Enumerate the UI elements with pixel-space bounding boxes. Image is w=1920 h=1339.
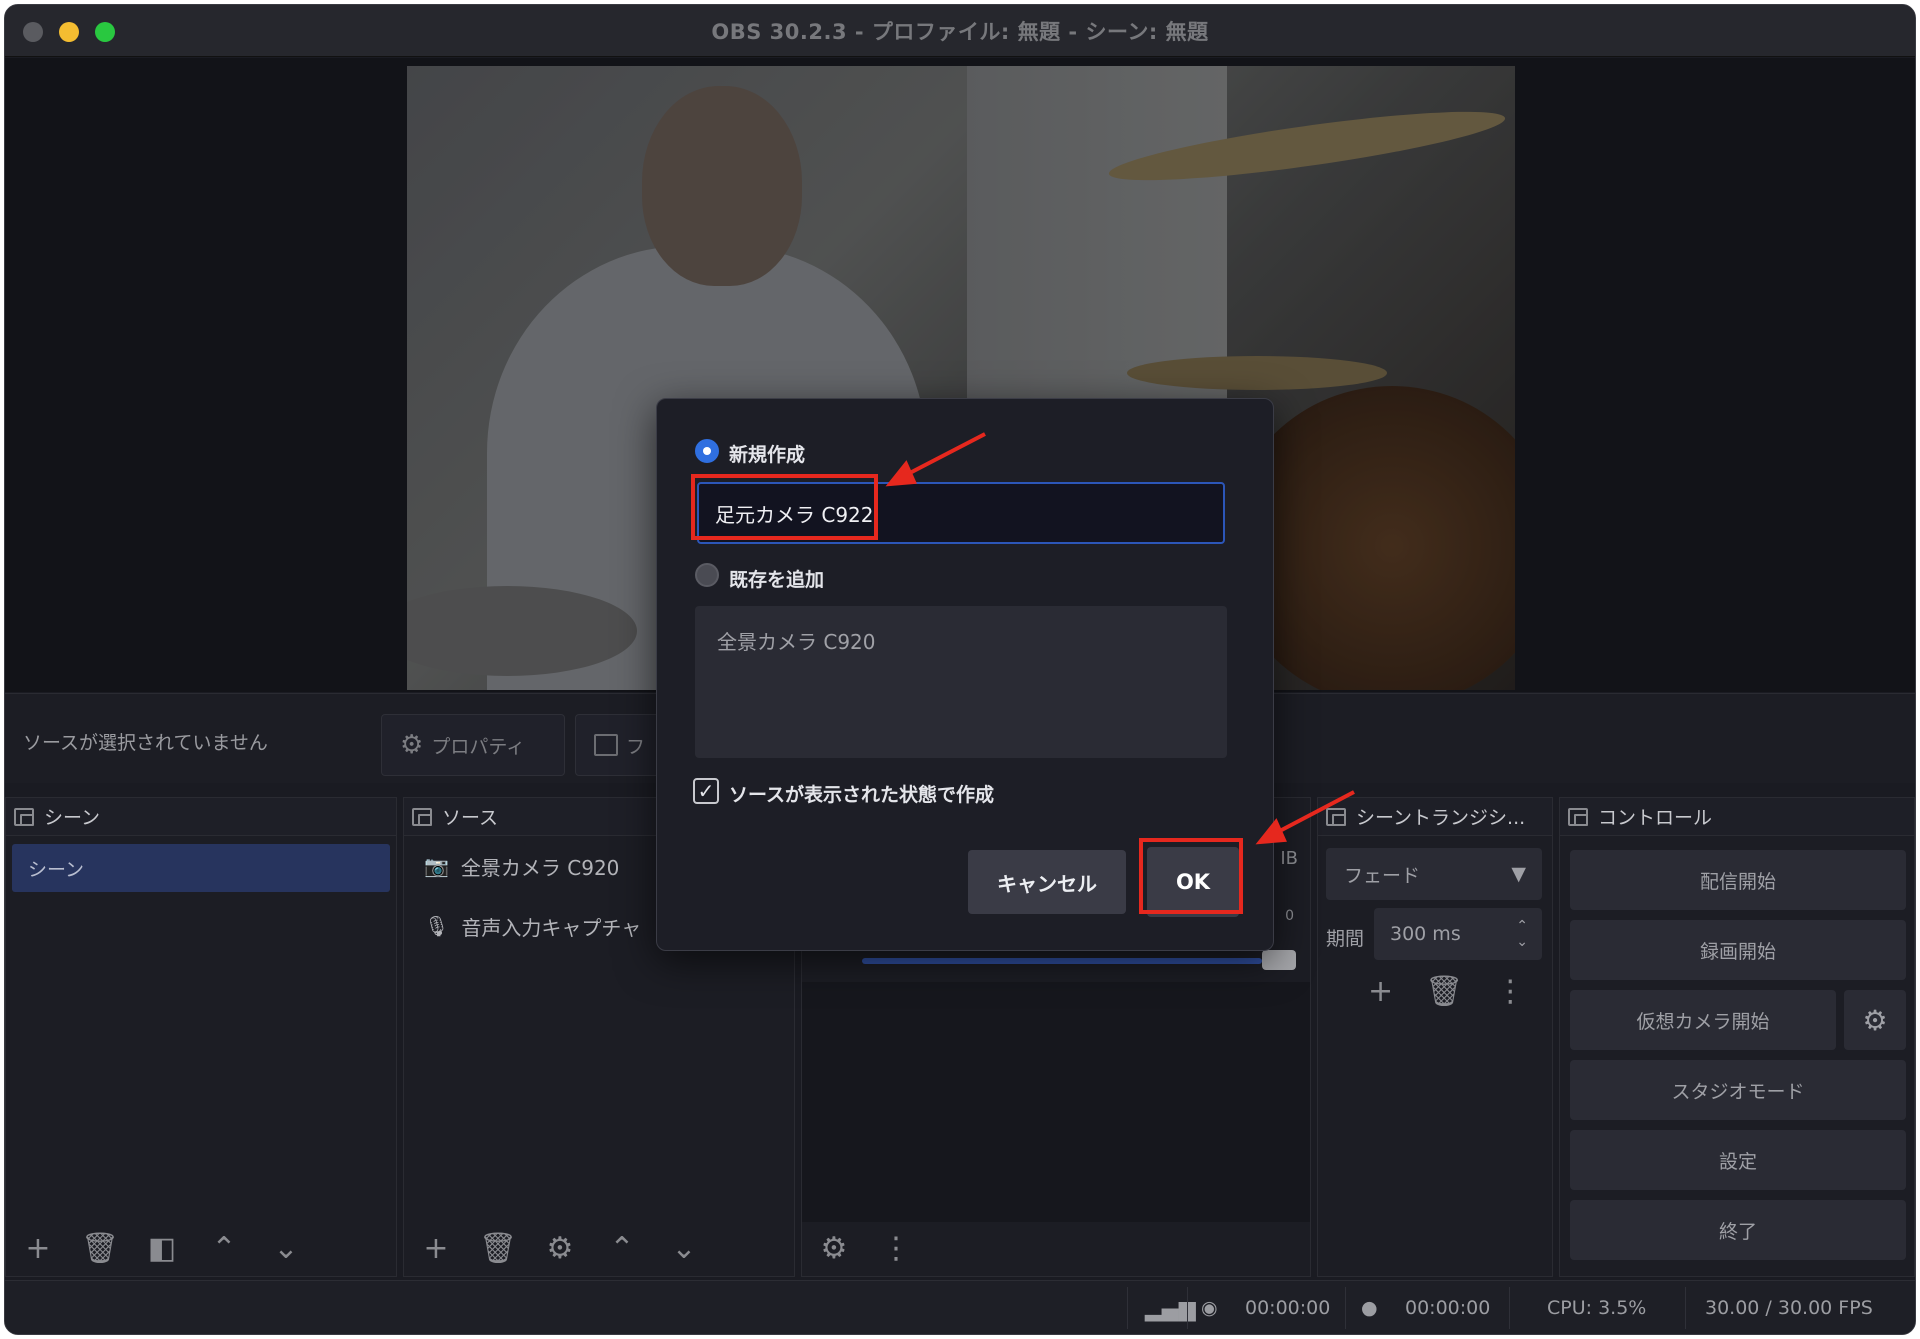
remove-source-trash-icon[interactable]: 🗑 xyxy=(479,1230,517,1266)
dock-icon xyxy=(412,807,432,826)
sources-toolbar: + 🗑 ⚙ ⌃ ⌄ xyxy=(404,1220,794,1276)
no-source-selected-label: ソースが選択されていません xyxy=(23,732,268,754)
status-separator xyxy=(1345,1287,1346,1329)
transition-type-value: フェード xyxy=(1344,864,1421,887)
status-separator xyxy=(1685,1287,1686,1329)
transition-menu-dots-icon[interactable]: ⋮ xyxy=(1495,974,1525,1009)
filters-label: フ xyxy=(626,735,646,758)
start-recording-button[interactable]: 録画開始 xyxy=(1570,920,1906,980)
properties-label: プロパティ xyxy=(431,735,526,758)
virtual-camera-settings-gear-icon[interactable]: ⚙ xyxy=(1844,990,1906,1050)
start-streaming-button[interactable]: 配信開始 xyxy=(1570,850,1906,910)
minimize-window-button[interactable] xyxy=(59,22,79,42)
status-separator xyxy=(1509,1287,1510,1329)
title-bar: OBS 30.2.3 - プロファイル: 無題 - シーン: 無題 xyxy=(5,5,1915,57)
remove-transition-trash-icon[interactable]: 🗑 xyxy=(1425,974,1463,1009)
duration-stepper[interactable]: 300 ms ⌃ ⌄ xyxy=(1374,908,1542,960)
source-name-input[interactable]: 足元カメラ C922 xyxy=(697,482,1225,544)
properties-button[interactable]: ⚙ プロパティ xyxy=(381,714,565,776)
mixer-area xyxy=(802,982,1310,1222)
source-name: 音声入力キャプチャ xyxy=(461,915,642,940)
volume-slider-handle[interactable] xyxy=(1262,950,1296,970)
make-visible-label: ソースが表示された状態で作成 xyxy=(729,784,995,806)
stream-broadcast-icon: ◉ xyxy=(1201,1297,1218,1319)
transition-toolbar: + 🗑 ⋮ xyxy=(1368,974,1525,1009)
scenes-toolbar: + 🗑 ◧ ⌃ ⌄ xyxy=(6,1220,396,1276)
mixer-toolbar: ⚙ ⋮ xyxy=(802,1220,1310,1276)
source-name: 全景カメラ C920 xyxy=(460,855,620,880)
existing-sources-list[interactable]: 全景カメラ C920 xyxy=(695,606,1227,758)
exit-button[interactable]: 終了 xyxy=(1570,1200,1906,1260)
filter-icon xyxy=(594,734,618,756)
dock-icon xyxy=(1568,807,1588,826)
scene-list-item[interactable]: シーン xyxy=(12,844,390,892)
status-separator xyxy=(1187,1287,1188,1329)
add-source-dialog: 新規作成 足元カメラ C922 既存を追加 全景カメラ C920 ✓ ソースが表… xyxy=(656,398,1274,951)
scenes-title: シーン xyxy=(44,807,101,829)
duration-value: 300 ms xyxy=(1390,923,1461,945)
remove-scene-trash-icon[interactable]: 🗑 xyxy=(81,1230,119,1266)
sources-title: ソース xyxy=(442,807,499,829)
mixer-zero-label: 0 xyxy=(1285,908,1294,924)
mixer-settings-gear-icon[interactable]: ⚙ xyxy=(816,1230,852,1266)
transitions-dock: シーントランジシ... フェード ▼ 期間 300 ms ⌃ ⌄ + 🗑 ⋮ xyxy=(1317,797,1553,1277)
controls-title: コントロール xyxy=(1598,807,1713,829)
camera-icon: 📷 xyxy=(424,854,449,878)
move-up-chevron-icon[interactable]: ⌃ xyxy=(604,1230,640,1266)
move-down-chevron-icon[interactable]: ⌄ xyxy=(268,1230,304,1266)
add-existing-radio[interactable] xyxy=(695,563,719,587)
cancel-button[interactable]: キャンセル xyxy=(968,850,1126,914)
fps-counter: 30.00 / 30.00 FPS xyxy=(1705,1297,1873,1319)
stream-time: 00:00:00 xyxy=(1245,1297,1331,1319)
status-separator xyxy=(1127,1287,1128,1329)
record-dot-icon: ● xyxy=(1361,1297,1378,1319)
add-existing-label: 既存を追加 xyxy=(729,569,825,591)
network-signal-icon: ▂▄▆ xyxy=(1145,1297,1196,1322)
gear-icon: ⚙ xyxy=(400,730,424,760)
move-down-chevron-icon[interactable]: ⌄ xyxy=(666,1230,702,1266)
add-source-plus-icon[interactable]: + xyxy=(418,1230,454,1266)
controls-dock: コントロール 配信開始 録画開始 仮想カメラ開始 ⚙ スタジオモード 設定 終了 xyxy=(1559,797,1915,1277)
mixer-menu-dots-icon[interactable]: ⋮ xyxy=(878,1230,914,1266)
source-name-value: 足元カメラ C922 xyxy=(715,502,874,527)
scenes-header: シーン xyxy=(6,798,396,836)
text-caret xyxy=(875,501,878,525)
window-title: OBS 30.2.3 - プロファイル: 無題 - シーン: 無題 xyxy=(711,19,1209,44)
transitions-header: シーントランジシ... xyxy=(1318,798,1552,836)
cpu-usage: CPU: 3.5% xyxy=(1547,1297,1647,1319)
ok-button[interactable]: OK xyxy=(1147,847,1239,917)
volume-slider[interactable] xyxy=(862,958,1262,964)
close-window-button[interactable] xyxy=(23,22,43,42)
create-new-label: 新規作成 xyxy=(729,444,806,466)
existing-source-item[interactable]: 全景カメラ C920 xyxy=(717,626,876,655)
obs-window: OBS 30.2.3 - プロファイル: 無題 - シーン: 無題 ソースが選択… xyxy=(4,4,1916,1335)
record-time: 00:00:00 xyxy=(1405,1297,1491,1319)
start-virtual-camera-button[interactable]: 仮想カメラ開始 xyxy=(1570,990,1836,1050)
microphone-icon: 🎙 xyxy=(424,914,450,938)
studio-mode-button[interactable]: スタジオモード xyxy=(1570,1060,1906,1120)
window-controls xyxy=(23,22,115,42)
dock-icon xyxy=(1326,807,1346,826)
scene-filters-icon[interactable]: ◧ xyxy=(144,1230,180,1266)
stepper-arrows-icon[interactable]: ⌃ ⌄ xyxy=(1516,918,1528,950)
create-new-radio[interactable] xyxy=(695,439,719,463)
controls-header: コントロール xyxy=(1560,798,1914,836)
source-properties-gear-icon[interactable]: ⚙ xyxy=(542,1230,578,1266)
make-visible-checkbox[interactable]: ✓ xyxy=(693,778,719,804)
transition-type-select[interactable]: フェード ▼ xyxy=(1326,848,1542,900)
scene-name: シーン xyxy=(28,858,85,881)
dock-icon xyxy=(14,807,34,826)
scenes-dock: シーン シーン + 🗑 ◧ ⌃ ⌄ xyxy=(5,797,397,1277)
status-bar: ▂▄▆ ◉ 00:00:00 ● 00:00:00 CPU: 3.5% 30.0… xyxy=(5,1280,1915,1334)
duration-label: 期間 xyxy=(1326,928,1365,950)
transitions-title: シーントランジシ... xyxy=(1356,807,1526,829)
move-up-chevron-icon[interactable]: ⌃ xyxy=(206,1230,242,1266)
add-scene-plus-icon[interactable]: + xyxy=(20,1230,56,1266)
settings-button[interactable]: 設定 xyxy=(1570,1130,1906,1190)
chevron-down-icon: ▼ xyxy=(1511,863,1526,885)
maximize-window-button[interactable] xyxy=(95,22,115,42)
add-transition-plus-icon[interactable]: + xyxy=(1368,974,1393,1009)
mixer-db-label: IB xyxy=(1280,848,1298,869)
